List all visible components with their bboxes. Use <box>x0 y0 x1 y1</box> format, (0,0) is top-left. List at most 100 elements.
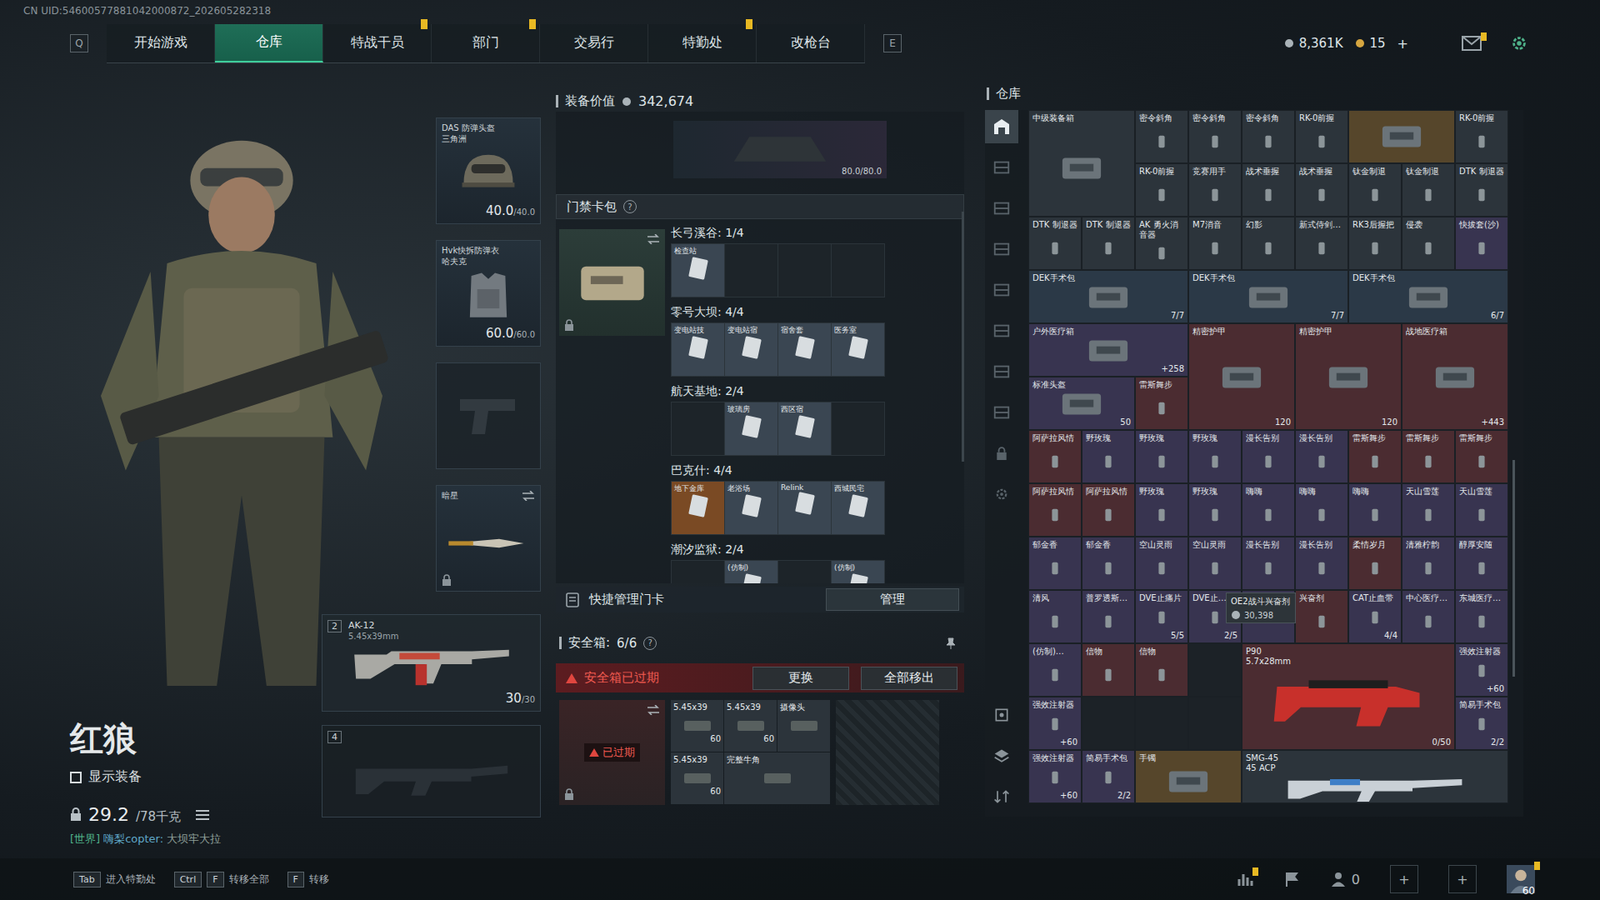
warehouse-item[interactable]: 战术垂握 <box>1295 163 1349 217</box>
warehouse-item[interactable]: DTK 制退器 <box>1081 216 1135 270</box>
warehouse-item[interactable]: 标准头盔 50 <box>1028 376 1135 430</box>
keycard-slot[interactable]: 宿舍套 <box>778 323 831 376</box>
warehouse-item[interactable]: 强效注射器 +60 <box>1455 643 1509 697</box>
keycard-slot[interactable]: 医务室 <box>831 323 885 376</box>
warehouse-item[interactable]: 空山灵雨 <box>1135 536 1189 590</box>
nav-tab[interactable]: 部门 <box>431 24 540 63</box>
keycard-slot[interactable]: (仿制) <box>725 560 778 584</box>
warehouse-item[interactable]: DEK手术包 7/7 <box>1028 270 1189 324</box>
keycard-slot[interactable] <box>778 560 831 584</box>
keycard-slot[interactable]: 西城民宅 <box>831 481 885 535</box>
warehouse-item[interactable]: 嗨嗨 <box>1241 483 1295 537</box>
warehouse-tab[interactable] <box>985 395 1019 430</box>
warehouse-item[interactable]: 雷斯舞步 <box>1348 430 1402 484</box>
warehouse-item[interactable]: 密令斜角 <box>1241 110 1295 164</box>
keycard-slot[interactable]: 西区宿 <box>778 402 831 455</box>
warehouse-tab[interactable] <box>985 314 1019 348</box>
warehouse-item[interactable]: RK-0前握 <box>1455 110 1509 164</box>
warehouse-item[interactable]: 东城医疗… <box>1455 590 1509 644</box>
safebox-item[interactable]: 摄像头 <box>777 700 830 752</box>
warehouse-item[interactable]: 郁金香 <box>1081 536 1135 590</box>
keycard-slot[interactable] <box>778 244 831 297</box>
help-icon[interactable]: ? <box>643 636 657 650</box>
warehouse-item[interactable]: 密令斜角 <box>1188 110 1242 164</box>
empty-cell[interactable] <box>1188 696 1242 750</box>
warehouse-item[interactable]: RK3后握把 <box>1348 216 1402 270</box>
warehouse-tab[interactable] <box>985 191 1019 225</box>
warehouse-item[interactable]: 阿萨拉风情 <box>1028 430 1082 484</box>
nav-tab[interactable]: 特战干员 <box>323 24 432 63</box>
warehouse-item[interactable]: RK-0前握 <box>1295 110 1349 164</box>
safebox-case[interactable]: 已过期 <box>559 700 665 805</box>
warehouse-item[interactable]: 简易手术包 2/2 <box>1455 696 1509 750</box>
warehouse-item[interactable]: 中心医疗… <box>1401 590 1455 644</box>
safebox-button[interactable]: 全部移出 <box>860 666 958 690</box>
pistol-slot[interactable] <box>435 362 541 470</box>
avatar-button[interactable]: 60 <box>1506 865 1535 894</box>
warehouse-tab[interactable] <box>985 436 1019 470</box>
mail-button[interactable] <box>1461 35 1482 51</box>
warehouse-item[interactable]: 漫长告别 <box>1295 536 1349 590</box>
warehouse-item[interactable]: AK 勇火消音器 <box>1135 216 1189 270</box>
warehouse-item[interactable]: 天山雪莲 <box>1401 483 1455 537</box>
warehouse-item[interactable]: 野玫瑰 <box>1135 430 1189 484</box>
help-icon[interactable]: ? <box>623 200 637 214</box>
keycard-slot[interactable] <box>725 244 778 297</box>
scrollbar[interactable] <box>961 211 965 462</box>
warehouse-item[interactable]: 漫长告别 <box>1241 430 1295 484</box>
safebox-item[interactable]: 完整牛角 <box>724 752 830 805</box>
weapon-slot[interactable]: 2 AK-125.45x39mm 30/30 <box>321 614 541 712</box>
warehouse-item[interactable]: RK-0前握 <box>1135 163 1189 217</box>
nav-tab[interactable]: 特勤处 <box>648 24 757 63</box>
friends-button[interactable]: 0 <box>1330 870 1360 888</box>
warehouse-item[interactable]: 精密护甲 120 <box>1188 323 1295 430</box>
sort-button[interactable] <box>985 780 1019 814</box>
warehouse-item[interactable]: 强效注射器 +60 <box>1028 750 1082 804</box>
warehouse-item[interactable]: P905.7x28mm 0/50 <box>1241 643 1455 750</box>
keycard-slot[interactable] <box>831 402 885 455</box>
armor-slot[interactable]: Hvk快拆防弹衣哈夫克 60.0/60.0 <box>435 240 541 347</box>
weapon-slot[interactable]: 4 <box>321 725 541 818</box>
warehouse-item[interactable]: 快拔套(沙) <box>1455 216 1509 270</box>
box-button[interactable] <box>985 698 1019 732</box>
backpack-item[interactable]: 80.0/80.0 <box>673 120 887 179</box>
warehouse-item[interactable]: CAT止血带 4/4 <box>1348 590 1402 644</box>
warehouse-tab[interactable] <box>985 477 1019 511</box>
warehouse-item[interactable]: 钛金制退 <box>1401 163 1455 217</box>
warehouse-item[interactable]: 中级装备箱 <box>1028 110 1135 217</box>
warehouse-item[interactable]: 战地医疗箱 +443 <box>1401 323 1509 430</box>
warehouse-item[interactable]: 空山灵雨 <box>1188 536 1242 590</box>
pin-icon[interactable] <box>945 637 956 650</box>
warehouse-item[interactable]: 野玫瑰 <box>1188 430 1242 484</box>
keycard-slot[interactable] <box>671 402 725 455</box>
warehouse-item[interactable]: 钛金制退 <box>1348 163 1402 217</box>
warehouse-item[interactable]: 雷斯舞步 <box>1135 376 1189 430</box>
prev-tab-key[interactable]: Q <box>70 34 89 53</box>
warehouse-item[interactable]: 嗨嗨 <box>1295 483 1349 537</box>
add-button[interactable]: + <box>1448 865 1477 894</box>
empty-cell[interactable] <box>1135 696 1189 750</box>
warehouse-item[interactable]: 雷斯舞步 <box>1401 430 1455 484</box>
warehouse-tab[interactable] <box>985 273 1019 307</box>
warehouse-item[interactable]: DTK 制退器 <box>1028 216 1082 270</box>
key-hint[interactable]: F 转移 <box>287 871 330 888</box>
warehouse-item[interactable]: 漫长告别 <box>1295 430 1349 484</box>
warehouse-item[interactable]: 雷斯舞步 <box>1455 430 1509 484</box>
warehouse-item[interactable]: 新式侍剑… <box>1295 216 1349 270</box>
warehouse-item[interactable]: 阿萨拉风情 <box>1028 483 1082 537</box>
keycard-slot[interactable]: 变电站技 <box>671 323 725 376</box>
warehouse-item[interactable]: 信物 <box>1081 643 1135 697</box>
scrollbar[interactable] <box>1512 460 1515 677</box>
warehouse-item[interactable]: 战术垂握 <box>1241 163 1295 217</box>
warehouse-item[interactable]: 密令斜角 <box>1135 110 1189 164</box>
key-hint[interactable]: CtrlF 转移全部 <box>174 871 270 888</box>
warehouse-item[interactable]: 阿萨拉风情 <box>1081 483 1135 537</box>
keycard-slot[interactable]: 地下金库 <box>671 481 725 535</box>
warehouse-item[interactable]: 醇厚安随 <box>1455 536 1509 590</box>
melee-slot[interactable]: 暗星 <box>435 485 541 592</box>
next-tab-key[interactable]: E <box>883 34 902 53</box>
stats-button[interactable] <box>1236 870 1254 888</box>
nav-tab[interactable]: 改枪台 <box>756 24 865 63</box>
warehouse-item[interactable]: 幻影 <box>1241 216 1295 270</box>
keycard-slot[interactable]: 老浴场 <box>725 481 778 535</box>
